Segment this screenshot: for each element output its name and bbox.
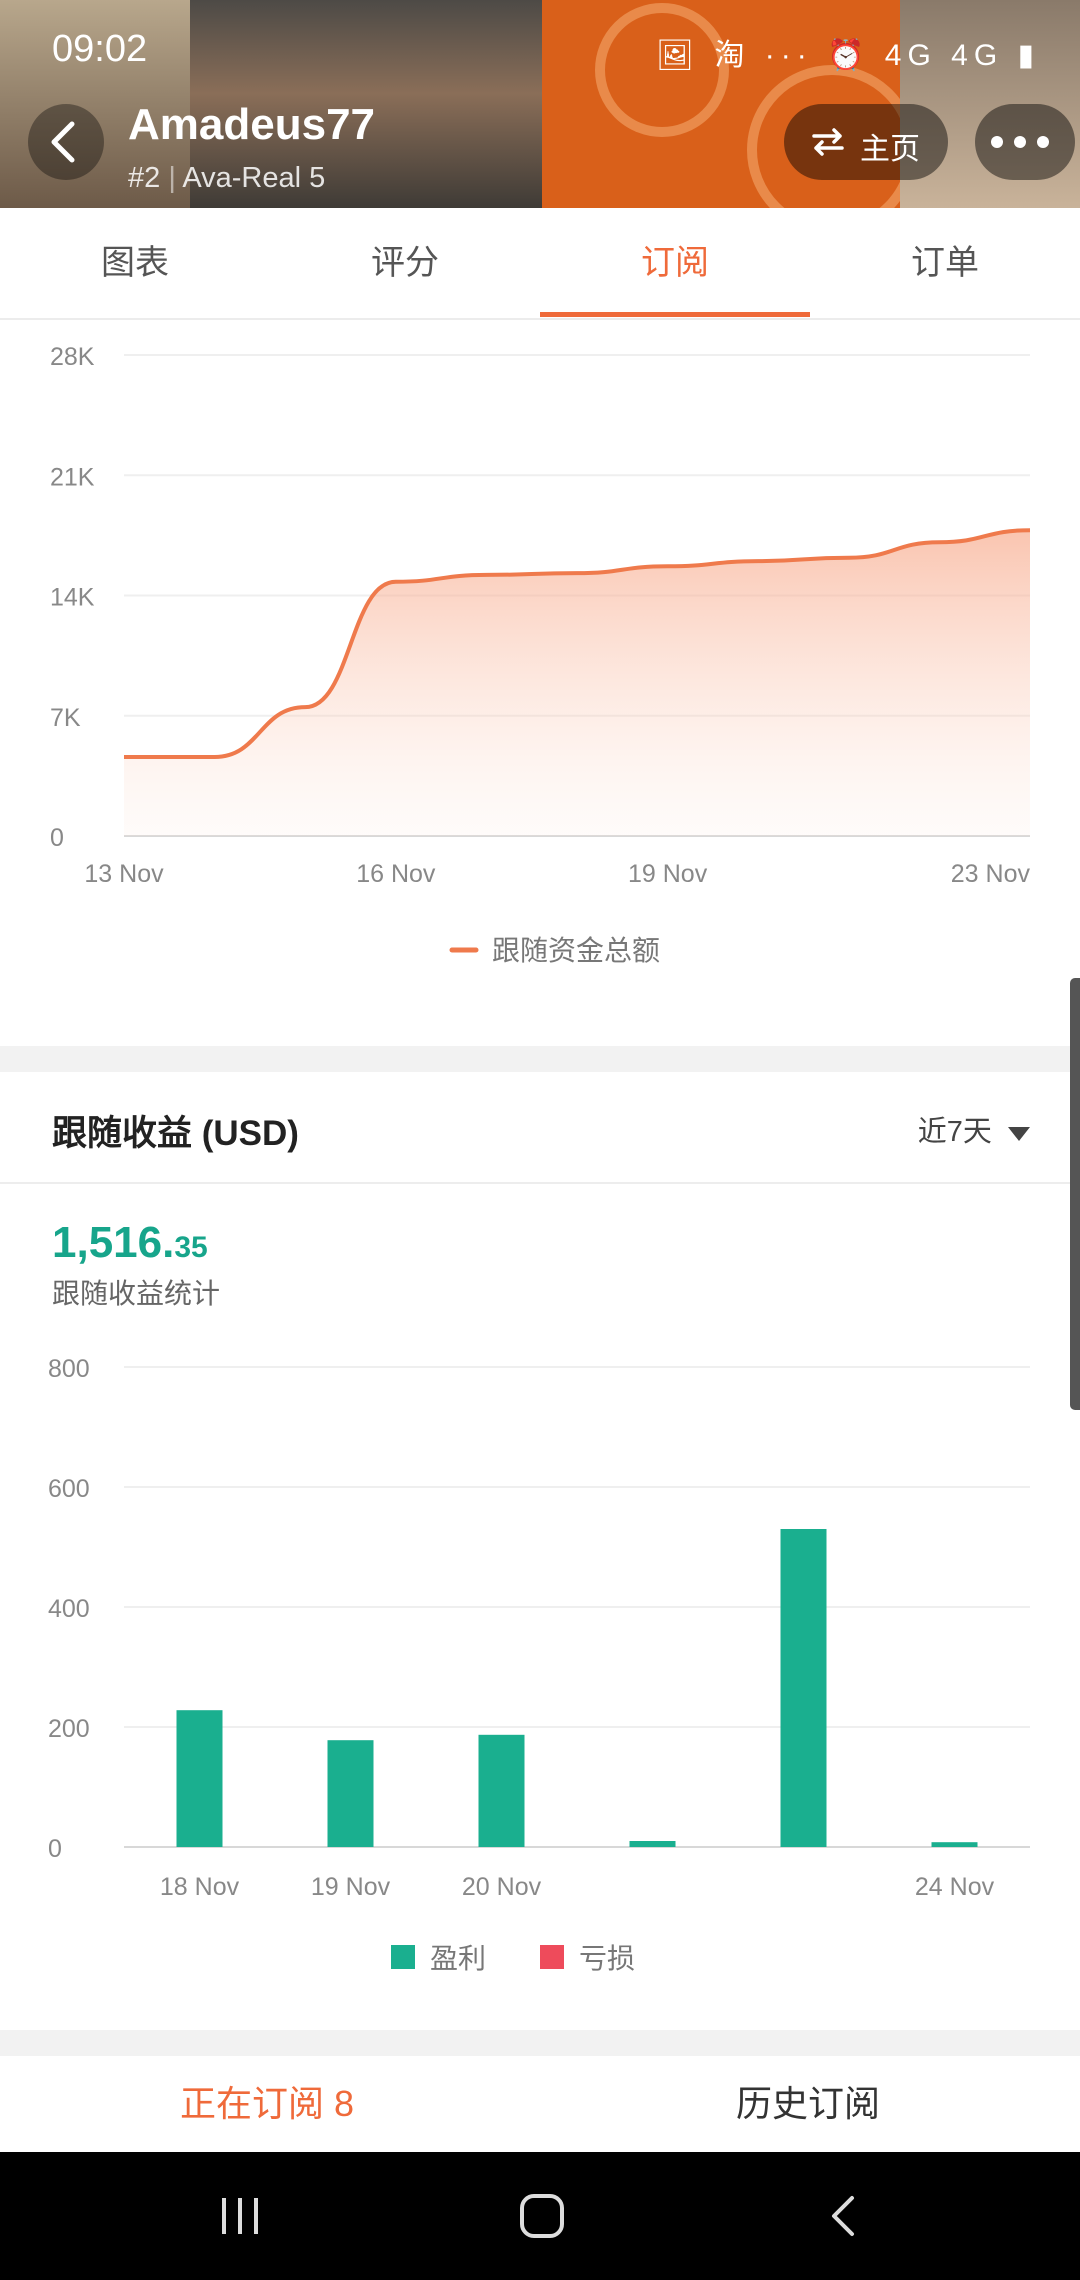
- y-tick-label: 0: [48, 1835, 62, 1863]
- earnings-total-dec: 35: [174, 1231, 208, 1264]
- status-time: 09:02: [52, 28, 148, 70]
- earnings-total-int: 1,516.: [52, 1218, 175, 1267]
- legend-label-loss: 亏损: [579, 1943, 635, 1974]
- earnings-total: 1,516.35: [52, 1218, 208, 1268]
- trader-subtitle: #2 | Ava-Real 5: [128, 162, 326, 194]
- system-nav-bar: [0, 2152, 1080, 2280]
- range-selector[interactable]: 近7天: [918, 1108, 1030, 1150]
- follow-funds-chart: 28K 21K 14K 7K 0 13 Nov 16 Nov 19 Nov 23 Nov 跟随资金…: [50, 343, 1031, 966]
- x-tick-label: 19 Nov: [311, 1873, 391, 1901]
- y-tick-label: 200: [48, 1715, 90, 1743]
- earnings-total-label: 跟随收益统计: [52, 1278, 221, 1309]
- area-fill: [124, 530, 1030, 836]
- range-selector-label: 近7天: [917, 1116, 992, 1148]
- follow-funds-panel: 28K 21K 14K 7K 0 13 Nov 16 Nov 19 Nov 23 Nov 跟随资金…: [0, 320, 1080, 1046]
- more-dots-icon: [991, 136, 1049, 148]
- home-icon[interactable]: [518, 2192, 566, 2240]
- y-tick-label: 800: [48, 1355, 90, 1383]
- x-tick-label: 20 Nov: [462, 1873, 542, 1901]
- x-tick-label: 16 Nov: [356, 860, 436, 888]
- bar-profit: [176, 1710, 223, 1847]
- trader-account: Ava-Real 5: [182, 162, 326, 194]
- x-tick-label: 18 Nov: [160, 1873, 240, 1901]
- earnings-title: 跟随收益 (USD): [52, 1114, 299, 1153]
- tab-rating[interactable]: 评分: [270, 208, 540, 318]
- profile-header: 09:02 🖼 淘 ··· ⏰ 4G 4G ▮ Amadeus77 #2 | A…: [0, 0, 1080, 208]
- y-tick-label: 400: [48, 1595, 90, 1623]
- earnings-bar-chart: 800 600 400 200 0 18 Nov 19 Nov 20 Nov 24 Nov 盈利 亏…: [48, 1355, 1030, 1974]
- tab-bar: 图表 评分 订阅 订单: [0, 208, 1080, 320]
- bar-profit: [780, 1529, 827, 1847]
- y-tick-label: 600: [48, 1475, 90, 1503]
- tab-chart[interactable]: 图表: [0, 208, 270, 318]
- home-button[interactable]: 主页: [784, 104, 948, 180]
- recent-apps-icon[interactable]: [218, 2194, 264, 2238]
- swap-icon: [812, 128, 844, 156]
- bar-profit: [629, 1841, 676, 1847]
- status-icons: 🖼 淘 ··· ⏰ 4G 4G ▮: [656, 39, 1040, 72]
- chevron-left-icon: [51, 121, 75, 163]
- legend-swatch-profit: [391, 1945, 415, 1969]
- dropdown-triangle-icon: [1008, 1127, 1030, 1141]
- x-tick-label: 19 Nov: [628, 860, 708, 888]
- bar-profit: [931, 1842, 978, 1847]
- back-nav-icon[interactable]: [826, 2192, 862, 2240]
- x-tick-label: 23 Nov: [951, 860, 1031, 888]
- subscription-tabs: 正在订阅 8 历史订阅: [0, 2056, 1080, 2152]
- tab-current-subscriptions[interactable]: 正在订阅 8: [180, 2056, 354, 2152]
- y-tick-label: 21K: [50, 463, 95, 491]
- scrollbar-thumb[interactable]: [1070, 978, 1080, 1410]
- x-tick-label: 24 Nov: [915, 1873, 995, 1901]
- tab-history-subscriptions[interactable]: 历史订阅: [736, 2056, 880, 2152]
- trader-rank: #2: [128, 162, 161, 194]
- tab-orders[interactable]: 订单: [810, 208, 1080, 318]
- back-button[interactable]: [28, 104, 104, 180]
- section-divider: [0, 1182, 1080, 1184]
- tab-subscription[interactable]: 订阅: [540, 208, 810, 318]
- more-button[interactable]: [975, 104, 1075, 180]
- trader-name: Amadeus77: [128, 100, 376, 149]
- active-tab-indicator: [540, 312, 810, 317]
- y-tick-label: 7K: [50, 704, 81, 732]
- x-tick-label: 13 Nov: [84, 860, 164, 888]
- legend-label-follow-funds: 跟随资金总额: [492, 935, 660, 966]
- legend-label-profit: 盈利: [430, 1943, 486, 1974]
- y-tick-label: 28K: [50, 343, 95, 371]
- y-tick-label: 14K: [50, 584, 95, 612]
- home-button-label: 主页: [860, 133, 920, 166]
- bar-profit: [478, 1734, 525, 1847]
- bar-profit: [327, 1740, 374, 1847]
- y-tick-label: 0: [50, 824, 64, 852]
- legend-swatch-loss: [540, 1945, 564, 1969]
